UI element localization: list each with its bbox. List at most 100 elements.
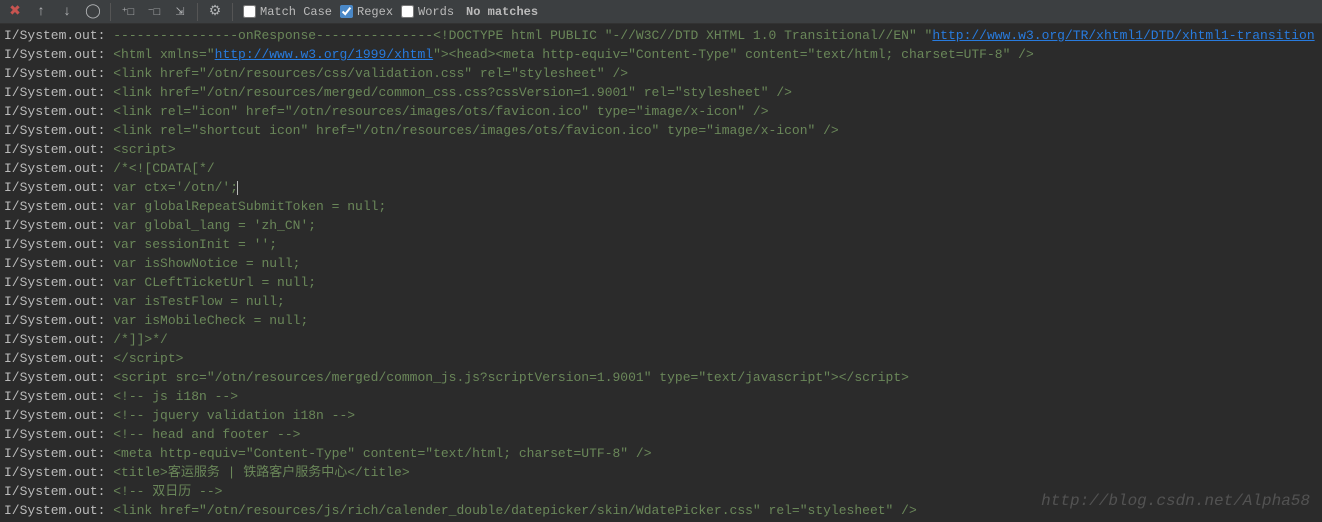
log-line: I/System.out: var global_lang = 'zh_CN'; — [4, 216, 1322, 235]
log-prefix: I/System.out: — [4, 465, 113, 480]
log-content: <link href="/otn/resources/css/validatio… — [113, 66, 628, 81]
log-prefix: I/System.out: — [4, 275, 113, 290]
log-prefix: I/System.out: — [4, 446, 113, 461]
log-content: <script src="/otn/resources/merged/commo… — [113, 370, 909, 385]
log-prefix: I/System.out: — [4, 389, 113, 404]
add-selection-icon[interactable]: ⁺□ — [117, 2, 139, 22]
log-link[interactable]: http://www.w3.org/TR/xhtml1/DTD/xhtml1-t… — [932, 28, 1314, 43]
regex-label: Regex — [357, 5, 393, 19]
log-content: var ctx='/otn/'; — [113, 180, 238, 195]
toolbar-separator — [197, 3, 198, 21]
log-content: <link href="/otn/resources/js/rich/calen… — [113, 503, 917, 518]
words-checkbox[interactable]: Words — [401, 5, 454, 19]
log-line: I/System.out: var isShowNotice = null; — [4, 254, 1322, 273]
log-prefix: I/System.out: — [4, 142, 113, 157]
log-content: <title>客运服务 | 铁路客户服务中心</title> — [113, 465, 409, 480]
log-content: <!-- head and footer --> — [113, 427, 300, 442]
log-prefix: I/System.out: — [4, 408, 113, 423]
log-content: "><head><meta http-equiv="Content-Type" … — [433, 47, 1034, 62]
log-prefix: I/System.out: — [4, 218, 113, 233]
log-content: ----------------onResponse--------------… — [113, 28, 932, 43]
log-line: I/System.out: <title>客运服务 | 铁路客户服务中心</ti… — [4, 463, 1322, 482]
log-prefix: I/System.out: — [4, 180, 113, 195]
log-line: I/System.out: var globalRepeatSubmitToke… — [4, 197, 1322, 216]
log-prefix: I/System.out: — [4, 332, 113, 347]
log-line: I/System.out: <link rel="icon" href="/ot… — [4, 102, 1322, 121]
log-line: I/System.out: <!-- 双日历 --> — [4, 482, 1322, 501]
log-prefix: I/System.out: — [4, 427, 113, 442]
log-line: I/System.out: <!-- js i18n --> — [4, 387, 1322, 406]
log-line: I/System.out: </script> — [4, 349, 1322, 368]
log-line: I/System.out: var isTestFlow = null; — [4, 292, 1322, 311]
log-link[interactable]: http://www.w3.org/1999/xhtml — [215, 47, 433, 62]
log-prefix: I/System.out: — [4, 370, 113, 385]
arrow-up-icon[interactable]: ↑ — [30, 2, 52, 22]
log-line: I/System.out: <link rel="shortcut icon" … — [4, 121, 1322, 140]
log-prefix: I/System.out: — [4, 294, 113, 309]
log-line: I/System.out: var CLeftTicketUrl = null; — [4, 273, 1322, 292]
log-line: I/System.out: /*<![CDATA[*/ — [4, 159, 1322, 178]
log-prefix: I/System.out: — [4, 47, 113, 62]
log-line: I/System.out: var ctx='/otn/'; — [4, 178, 1322, 197]
toolbar-separator — [110, 3, 111, 21]
log-prefix: I/System.out: — [4, 351, 113, 366]
log-line: I/System.out: <link href="/otn/resources… — [4, 501, 1322, 520]
log-line: I/System.out: <link href="/otn/resources… — [4, 83, 1322, 102]
log-prefix: I/System.out: — [4, 199, 113, 214]
text-cursor — [237, 181, 238, 195]
toolbar-separator — [232, 3, 233, 21]
log-line: I/System.out: <script> — [4, 140, 1322, 159]
log-content: /*]]>*/ — [113, 332, 168, 347]
log-content: <script> — [113, 142, 175, 157]
select-all-icon[interactable]: ◯ — [82, 2, 104, 22]
log-prefix: I/System.out: — [4, 484, 113, 499]
words-label: Words — [418, 5, 454, 19]
remove-selection-icon[interactable]: ⁻□ — [143, 2, 165, 22]
log-line: I/System.out: <!-- jquery validation i18… — [4, 406, 1322, 425]
log-prefix: I/System.out: — [4, 237, 113, 252]
log-content: <html xmlns=" — [113, 47, 214, 62]
log-content: <link href="/otn/resources/merged/common… — [113, 85, 792, 100]
log-content: var global_lang = 'zh_CN'; — [113, 218, 316, 233]
log-content: <link rel="shortcut icon" href="/otn/res… — [113, 123, 839, 138]
export-icon[interactable]: ⇲ — [169, 2, 191, 22]
log-content: var isMobileCheck = null; — [113, 313, 308, 328]
log-prefix: I/System.out: — [4, 123, 113, 138]
log-content: /*<![CDATA[*/ — [113, 161, 214, 176]
log-line: I/System.out: <html xmlns="http://www.w3… — [4, 45, 1322, 64]
log-content: </script> — [113, 351, 183, 366]
find-toolbar: ✖ ↑ ↓ ◯ ⁺□ ⁻□ ⇲ ⚙ Match Case Regex Words… — [0, 0, 1322, 24]
log-content: <!-- js i18n --> — [113, 389, 238, 404]
logcat-output[interactable]: I/System.out: ----------------onResponse… — [0, 24, 1322, 522]
words-input[interactable] — [401, 5, 414, 18]
log-content: var CLeftTicketUrl = null; — [113, 275, 316, 290]
log-line: I/System.out: ----------------onResponse… — [4, 26, 1322, 45]
log-prefix: I/System.out: — [4, 28, 113, 43]
close-icon[interactable]: ✖ — [4, 2, 26, 22]
log-prefix: I/System.out: — [4, 256, 113, 271]
log-content: var globalRepeatSubmitToken = null; — [113, 199, 386, 214]
log-prefix: I/System.out: — [4, 313, 113, 328]
regex-input[interactable] — [340, 5, 353, 18]
log-content: <!-- 双日历 --> — [113, 484, 222, 499]
arrow-down-icon[interactable]: ↓ — [56, 2, 78, 22]
log-line: I/System.out: <meta http-equiv="Content-… — [4, 444, 1322, 463]
log-prefix: I/System.out: — [4, 104, 113, 119]
match-case-checkbox[interactable]: Match Case — [243, 5, 332, 19]
match-case-label: Match Case — [260, 5, 332, 19]
log-content: <meta http-equiv="Content-Type" content=… — [113, 446, 651, 461]
log-line: I/System.out: <!-- head and footer --> — [4, 425, 1322, 444]
log-content: <link rel="icon" href="/otn/resources/im… — [113, 104, 768, 119]
log-line: I/System.out: <script src="/otn/resource… — [4, 368, 1322, 387]
log-line: I/System.out: /*]]>*/ — [4, 330, 1322, 349]
log-line: I/System.out: <link href="/otn/resources… — [4, 64, 1322, 83]
filter-icon[interactable]: ⚙ — [204, 2, 226, 22]
log-line: I/System.out: var isMobileCheck = null; — [4, 311, 1322, 330]
log-prefix: I/System.out: — [4, 85, 113, 100]
log-prefix: I/System.out: — [4, 503, 113, 518]
regex-checkbox[interactable]: Regex — [340, 5, 393, 19]
log-content: <!-- jquery validation i18n --> — [113, 408, 355, 423]
match-case-input[interactable] — [243, 5, 256, 18]
log-prefix: I/System.out: — [4, 66, 113, 81]
log-prefix: I/System.out: — [4, 161, 113, 176]
